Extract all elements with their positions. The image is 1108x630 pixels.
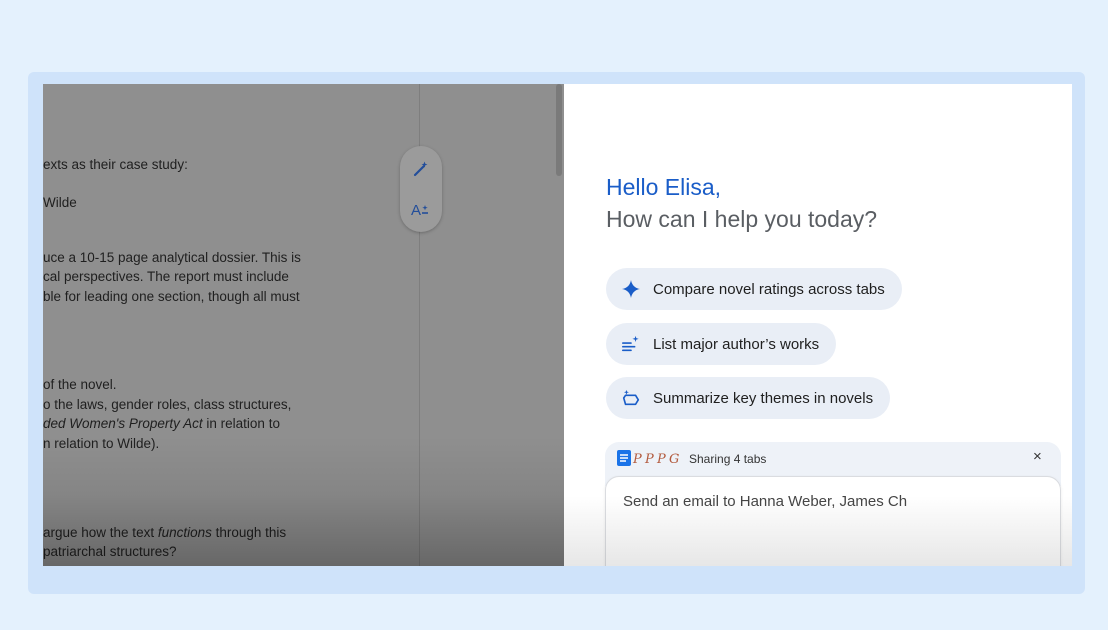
sparkle-icon xyxy=(621,279,641,299)
doc-line: ded Women's Property Act in relation to xyxy=(43,415,280,433)
suggestion-chip-list[interactable]: List major author’s works xyxy=(606,323,837,365)
floating-toolbar: A xyxy=(400,146,442,232)
doc-text: through this xyxy=(211,525,287,540)
doc-line: n relation to Wilde). xyxy=(43,436,160,451)
suggestion-chip-summarize[interactable]: Summarize key themes in novels xyxy=(606,377,891,419)
tab-favicon: P xyxy=(633,452,642,467)
doc-line: patriarchal structures? xyxy=(43,544,177,559)
close-icon[interactable]: × xyxy=(1033,448,1042,465)
greeting-name: Hello Elisa, xyxy=(606,174,722,200)
sharing-label: Sharing 4 tabs xyxy=(689,452,767,466)
suggestion-label: Compare novel ratings across tabs xyxy=(653,280,885,298)
tab-favicon: P xyxy=(657,452,666,467)
doc-line: cal perspectives. The report must includ… xyxy=(43,269,289,284)
doc-line: Wilde xyxy=(43,195,77,210)
list-sparkle-icon xyxy=(621,334,641,354)
gemini-side-panel: Hello Elisa, How can I help you today? C… xyxy=(564,84,1072,566)
greeting-question: How can I help you today? xyxy=(606,206,878,232)
magic-pen-icon[interactable] xyxy=(407,155,435,183)
prompt-input[interactable]: Send an email to Hanna Weber, James Ch xyxy=(605,476,1061,566)
suggestion-label: List major author’s works xyxy=(653,335,820,353)
doc-text-italic: Women's Property Act xyxy=(69,416,203,431)
doc-line: o the laws, gender roles, class structur… xyxy=(43,397,292,412)
prompt-text[interactable]: Send an email to Hanna Weber, James Ch xyxy=(623,493,907,510)
browser-window: exts as their case study: Wilde uce a 10… xyxy=(43,84,1072,566)
doc-text: argue how the text xyxy=(43,525,158,540)
text-sparkle-icon[interactable]: A xyxy=(407,195,435,223)
doc-line: argue how the text functions through thi… xyxy=(43,524,286,542)
svg-text:A: A xyxy=(411,202,421,219)
summarize-icon xyxy=(621,388,641,408)
doc-line: exts as their case study: xyxy=(43,157,188,172)
doc-text: in relation to xyxy=(202,416,280,431)
doc-line: uce a 10-15 page analytical dossier. Thi… xyxy=(43,250,301,265)
tab-favicon: P xyxy=(645,452,654,467)
tab-favicon: G xyxy=(669,452,680,467)
doc-line: ble for leading one section, though all … xyxy=(43,289,300,304)
suggestion-chip-compare[interactable]: Compare novel ratings across tabs xyxy=(606,268,902,310)
suggestion-label: Summarize key themes in novels xyxy=(653,389,874,407)
scrollbar[interactable] xyxy=(556,84,562,176)
document-icon xyxy=(617,450,631,471)
doc-text-italic: functions xyxy=(157,525,212,540)
doc-line: of the novel. xyxy=(43,377,117,392)
doc-text-italic: ded xyxy=(43,416,70,431)
document-pane: exts as their case study: Wilde uce a 10… xyxy=(43,84,564,566)
